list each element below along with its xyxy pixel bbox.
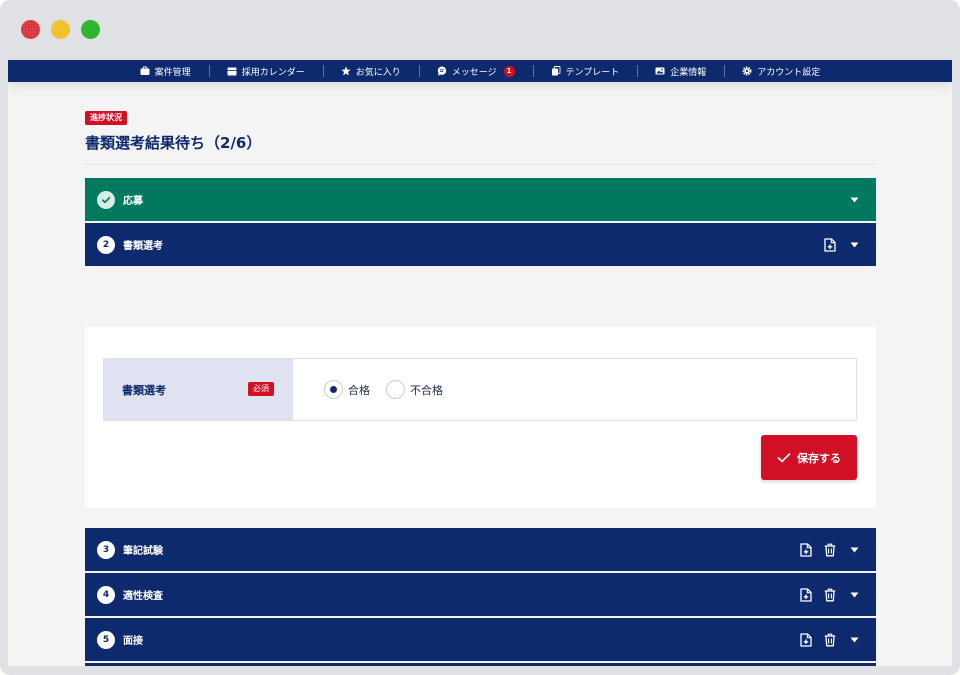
save-button[interactable]: 保存する — [761, 435, 857, 480]
nav-item-projects[interactable]: 案件管理 — [122, 64, 209, 78]
add-file-icon[interactable] — [798, 542, 814, 558]
page-title: 書類選考結果待ち（2/6） — [85, 134, 262, 152]
step-number: 5 — [97, 630, 115, 649]
radio-button-selected[interactable] — [324, 380, 343, 399]
step-header-interview[interactable]: 5 面接 — [85, 618, 876, 661]
radio-pass[interactable]: 合格 — [324, 380, 370, 399]
checkmark-icon — [777, 452, 791, 463]
nav-item-favorites[interactable]: お気に入り — [322, 64, 419, 78]
step-label: 応募 — [123, 196, 143, 207]
radio-button[interactable] — [386, 380, 405, 399]
step-number: 3 — [97, 540, 115, 559]
nav-label: 採用カレンダー — [241, 67, 305, 78]
step-label: 面接 — [123, 636, 143, 647]
result-form-row: 書類選考 必須 合格 不合格 — [103, 358, 857, 421]
form-label: 書類選考 — [122, 383, 166, 397]
add-file-icon[interactable] — [822, 237, 838, 253]
step-header-aptitude-test[interactable]: 4 適性検査 — [85, 573, 876, 616]
step-header-offer[interactable]: 6 内定 — [85, 663, 876, 666]
nav-label: メッセージ — [451, 67, 497, 78]
nav-item-company[interactable]: 企業情報 — [637, 64, 724, 78]
nav-label: 企業情報 — [670, 67, 707, 78]
step-header-written-test[interactable]: 3 筆記試験 — [85, 528, 876, 571]
status-badge: 進捗状況 — [85, 111, 127, 125]
title-bar — [0, 0, 960, 60]
page-viewport: 案件管理 採用カレンダー お気に入り メッセージ 1 テンプレート 企業情報 ア… — [8, 60, 952, 666]
add-file-icon[interactable] — [798, 632, 814, 648]
radio-fail[interactable]: 不合格 — [386, 380, 443, 399]
caret-down-icon[interactable] — [846, 587, 862, 603]
top-nav: 案件管理 採用カレンダー お気に入り メッセージ 1 テンプレート 企業情報 ア… — [8, 60, 952, 82]
required-badge: 必須 — [248, 382, 274, 396]
document-screening-panel: 書類選考 必須 合格 不合格 保存する — [85, 327, 876, 508]
briefcase-icon — [140, 66, 150, 75]
browser-window: 案件管理 採用カレンダー お気に入り メッセージ 1 テンプレート 企業情報 ア… — [0, 0, 960, 675]
step-number: 4 — [97, 585, 115, 604]
radio-label: 合格 — [348, 383, 370, 397]
nav-item-account-settings[interactable]: アカウント設定 — [724, 64, 838, 78]
result-radio-group: 合格 不合格 — [293, 359, 443, 420]
step-number: 2 — [97, 235, 115, 254]
step-header-document-screening[interactable]: 2 書類選考 — [85, 223, 876, 266]
nav-item-templates[interactable]: テンプレート — [532, 64, 638, 78]
unread-count-badge: 1 — [503, 65, 515, 77]
star-icon — [341, 66, 351, 76]
nav-item-calendar[interactable]: 採用カレンダー — [208, 64, 323, 78]
nav-label: テンプレート — [565, 67, 620, 78]
divider — [85, 164, 876, 165]
caret-down-icon[interactable] — [846, 237, 862, 253]
gear-icon — [742, 66, 752, 76]
nav-label: お気に入り — [355, 67, 401, 78]
check-circle-icon — [97, 190, 115, 209]
close-window-button[interactable] — [21, 20, 40, 39]
nav-label: 案件管理 — [154, 67, 191, 78]
trash-icon[interactable] — [822, 542, 838, 558]
minimize-window-button[interactable] — [51, 20, 70, 39]
add-file-icon[interactable] — [798, 587, 814, 603]
trash-icon[interactable] — [822, 587, 838, 603]
step-label: 書類選考 — [123, 241, 163, 252]
radio-label: 不合格 — [410, 383, 443, 397]
caret-down-icon[interactable] — [846, 192, 862, 208]
form-label-cell: 書類選考 必須 — [104, 359, 293, 420]
caret-down-icon[interactable] — [846, 632, 862, 648]
step-header-application[interactable]: 応募 — [85, 178, 876, 221]
caret-down-icon[interactable] — [846, 542, 862, 558]
trash-icon[interactable] — [822, 632, 838, 648]
chat-icon — [437, 66, 446, 76]
step-label: 適性検査 — [123, 591, 163, 602]
calendar-icon — [227, 67, 237, 76]
save-label: 保存する — [797, 451, 841, 465]
step-label: 筆記試験 — [123, 546, 163, 557]
nav-item-messages[interactable]: メッセージ 1 — [418, 64, 533, 78]
image-icon — [655, 67, 665, 75]
maximize-window-button[interactable] — [81, 20, 100, 39]
copy-icon — [551, 66, 560, 76]
nav-label: アカウント設定 — [757, 67, 821, 78]
